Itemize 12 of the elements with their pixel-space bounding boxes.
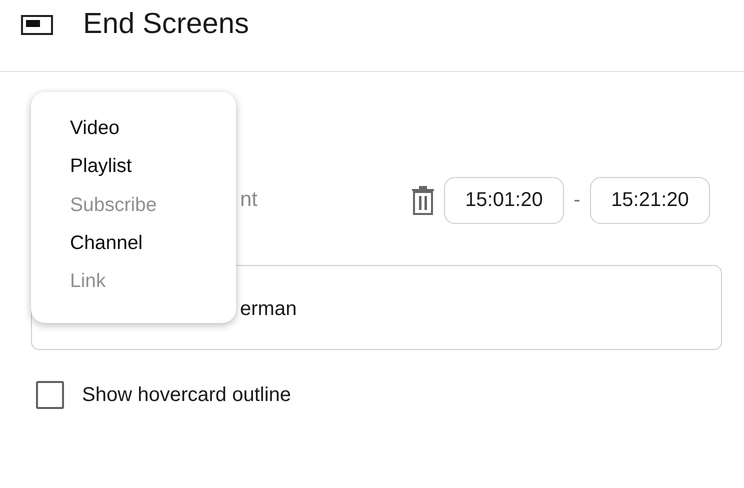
element-label: nt — [240, 188, 259, 212]
menu-item[interactable]: Video — [31, 109, 236, 148]
start-time-field[interactable]: 15:01:20 — [444, 176, 564, 224]
time-separator: - — [572, 188, 582, 212]
menu-item[interactable]: Playlist — [31, 147, 236, 186]
menu-item[interactable]: Channel — [31, 224, 236, 262]
page-title: End Screens — [83, 8, 250, 41]
checkbox-label: Show hovercard outline — [82, 384, 292, 406]
end-time-field[interactable]: 15:21:20 — [590, 176, 710, 224]
checkbox[interactable] — [36, 381, 64, 409]
end-screen-icon — [21, 14, 53, 34]
trash-icon[interactable] — [411, 185, 435, 215]
